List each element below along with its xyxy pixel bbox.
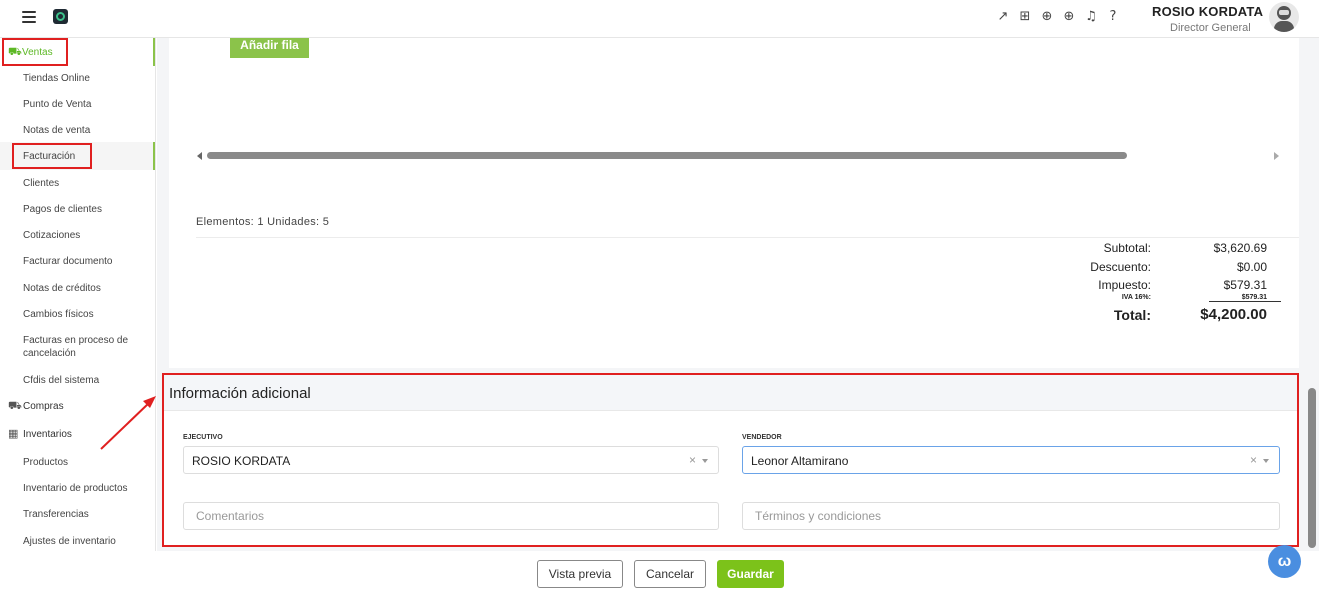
user-name[interactable]: ROSIO KORDATA bbox=[1152, 4, 1263, 19]
divider bbox=[196, 237, 1299, 238]
sidebar-item-inventarios[interactable]: ▦ Inventarios bbox=[8, 428, 72, 440]
vendedor-value: Leonor Altamirano bbox=[751, 454, 849, 468]
vendedor-label: VENDEDOR bbox=[742, 434, 782, 441]
save-button[interactable]: Guardar bbox=[717, 560, 784, 588]
zoom-icon[interactable]: ⊕ bbox=[1040, 10, 1054, 24]
top-bar: ↗ ⊞ ⊕ ⊕ ♫ ? ROSIO KORDATA Director Gener… bbox=[0, 0, 1319, 38]
clear-icon[interactable]: × bbox=[1250, 453, 1257, 467]
sidebar-item-clientes[interactable]: Clientes bbox=[23, 178, 59, 189]
preview-button[interactable]: Vista previa bbox=[537, 560, 623, 588]
ejecutivo-value: ROSIO KORDATA bbox=[192, 454, 291, 468]
boxes-icon: ▦ bbox=[8, 427, 19, 440]
chat-widget-icon[interactable]: ω bbox=[1268, 545, 1301, 578]
horizontal-scrollbar[interactable] bbox=[197, 151, 1279, 161]
scroll-thumb[interactable] bbox=[1308, 388, 1316, 548]
scroll-thumb[interactable] bbox=[207, 152, 1127, 159]
total-label: Total: bbox=[1113, 307, 1151, 323]
invoice-card: Añadir fila Elementos: 1 Unidades: 5 Sub… bbox=[169, 38, 1299, 368]
active-indicator bbox=[153, 142, 155, 170]
chevron-down-icon[interactable] bbox=[1263, 459, 1269, 463]
sidebar-item-transferencias[interactable]: Transferencias bbox=[23, 509, 89, 520]
sidebar-item-notas-de-venta[interactable]: Notas de venta bbox=[23, 125, 90, 136]
terminos-input[interactable] bbox=[742, 502, 1280, 530]
impuesto-value: $579.31 bbox=[1223, 278, 1267, 292]
sidebar-item-facturacion[interactable]: Facturación bbox=[23, 151, 75, 162]
section-header: Información adicional bbox=[164, 375, 1297, 411]
impuesto-label: Impuesto: bbox=[1098, 278, 1151, 292]
active-indicator bbox=[153, 38, 155, 66]
comentarios-input[interactable] bbox=[183, 502, 719, 530]
scroll-left-icon[interactable] bbox=[197, 152, 202, 160]
sidebar-item-label: Inventarios bbox=[23, 428, 72, 440]
vendedor-select[interactable]: Leonor Altamirano × bbox=[742, 446, 1280, 474]
footer-actions: Vista previa Cancelar Guardar bbox=[0, 551, 1319, 594]
section-title: Información adicional bbox=[169, 385, 311, 402]
descuento-label: Descuento: bbox=[1090, 260, 1151, 274]
chevron-down-icon[interactable] bbox=[702, 459, 708, 463]
add-row-button[interactable]: Añadir fila bbox=[230, 38, 309, 58]
hamburger-menu-icon[interactable] bbox=[22, 11, 36, 23]
add-circle-icon[interactable]: ⊕ bbox=[1062, 10, 1076, 24]
sidebar-item-tiendas-online[interactable]: Tiendas Online bbox=[23, 73, 90, 84]
external-link-icon[interactable]: ↗ bbox=[996, 10, 1010, 24]
cancel-button[interactable]: Cancelar bbox=[634, 560, 706, 588]
sidebar-item-cambios-fisicos[interactable]: Cambios físicos bbox=[23, 309, 94, 320]
avatar[interactable] bbox=[1269, 2, 1299, 32]
app-logo[interactable] bbox=[53, 9, 68, 24]
user-role: Director General bbox=[1170, 22, 1251, 34]
cart-icon: ⛟ bbox=[8, 45, 22, 58]
sidebar-item-punto-de-venta[interactable]: Punto de Venta bbox=[23, 99, 91, 110]
main-content: Añadir fila Elementos: 1 Unidades: 5 Sub… bbox=[157, 38, 1319, 551]
sidebar: ⛟ Ventas Tiendas Online Punto de Venta N… bbox=[0, 38, 156, 551]
sidebar-item-label: Ventas bbox=[22, 46, 53, 58]
elements-summary: Elementos: 1 Unidades: 5 bbox=[196, 216, 330, 228]
bell-icon[interactable]: ♫ bbox=[1084, 10, 1098, 24]
iva-label: IVA 16%: bbox=[1121, 294, 1151, 301]
sidebar-item-compras[interactable]: ⛟ Compras bbox=[8, 400, 64, 412]
sidebar-item-cfdis-del-sistema[interactable]: Cfdis del sistema bbox=[23, 375, 99, 386]
iva-value: $579.31 bbox=[1241, 294, 1267, 301]
sidebar-item-ventas[interactable]: ⛟ Ventas bbox=[8, 46, 53, 58]
sidebar-item-pagos-de-clientes[interactable]: Pagos de clientes bbox=[23, 204, 102, 215]
sidebar-item-inventario-de-productos[interactable]: Inventario de productos bbox=[23, 483, 128, 494]
vertical-scrollbar[interactable] bbox=[1305, 38, 1319, 551]
ejecutivo-label: EJECUTIVO bbox=[183, 434, 223, 441]
sidebar-item-label: Compras bbox=[23, 400, 64, 412]
cart-icon: ⛟ bbox=[8, 399, 22, 412]
subtotal-label: Subtotal: bbox=[1103, 241, 1151, 255]
gift-icon[interactable]: ⊞ bbox=[1018, 10, 1032, 24]
sidebar-item-productos[interactable]: Productos bbox=[23, 457, 68, 468]
ejecutivo-select[interactable]: ROSIO KORDATA × bbox=[183, 446, 719, 474]
total-value: $4,200.00 bbox=[1200, 306, 1267, 323]
subtotal-value: $3,620.69 bbox=[1213, 241, 1267, 255]
sidebar-item-facturas-en-proceso-line2[interactable]: cancelación bbox=[23, 348, 76, 359]
sidebar-item-cotizaciones[interactable]: Cotizaciones bbox=[23, 230, 80, 241]
sidebar-item-facturas-en-proceso[interactable]: Facturas en proceso de bbox=[23, 335, 128, 346]
additional-info-section: Información adicional EJECUTIVO ROSIO KO… bbox=[162, 373, 1299, 547]
scroll-right-icon[interactable] bbox=[1274, 152, 1279, 160]
clear-icon[interactable]: × bbox=[689, 453, 696, 467]
help-icon[interactable]: ? bbox=[1106, 10, 1120, 24]
top-icons: ↗ ⊞ ⊕ ⊕ ♫ ? bbox=[996, 10, 1120, 24]
descuento-value: $0.00 bbox=[1236, 260, 1267, 274]
sidebar-item-ajustes-de-inventario[interactable]: Ajustes de inventario bbox=[23, 536, 116, 547]
sidebar-item-facturar-documento[interactable]: Facturar documento bbox=[23, 256, 113, 267]
total-divider bbox=[1209, 301, 1281, 302]
sidebar-item-notas-de-creditos[interactable]: Notas de créditos bbox=[23, 283, 101, 294]
